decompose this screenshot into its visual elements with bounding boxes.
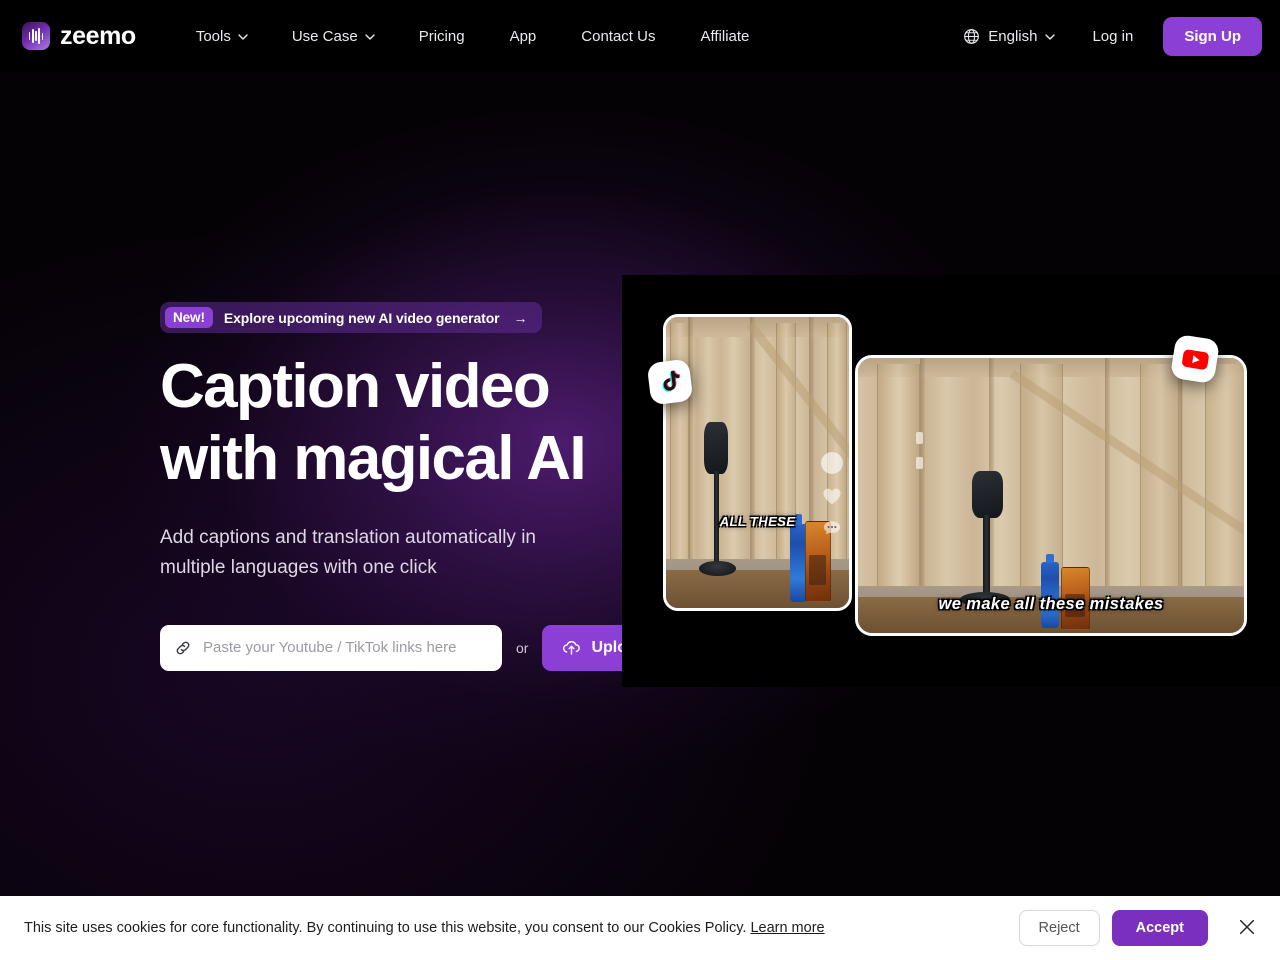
youtube-icon: [1180, 348, 1210, 371]
youtube-caption-text: we make all these mistakes: [858, 595, 1244, 614]
arrow-right-icon: →: [514, 311, 528, 325]
url-input-wrapper[interactable]: [160, 625, 502, 671]
tiktok-video-frame: ALL THESE: [666, 317, 849, 608]
microphone: [972, 471, 1003, 518]
signup-button[interactable]: Sign Up: [1163, 17, 1262, 56]
login-link[interactable]: Log in: [1092, 28, 1133, 45]
page-title: Caption video with magical AI: [160, 351, 640, 495]
language-selector[interactable]: English: [963, 28, 1054, 45]
nav-item-use-case[interactable]: Use Case: [292, 28, 374, 45]
tiktok-video-card[interactable]: ALL THESE: [663, 314, 852, 611]
upload-cloud-icon: [562, 638, 581, 657]
learn-more-link[interactable]: Learn more: [750, 920, 824, 936]
language-label: English: [988, 28, 1037, 45]
logo-wordmark: zeemo: [60, 22, 136, 51]
microphone: [704, 422, 728, 474]
chevron-down-icon: [1045, 32, 1054, 41]
nav-label: Pricing: [419, 28, 465, 45]
announcement-text: Explore upcoming new AI video generator: [224, 310, 500, 326]
heart-icon[interactable]: [822, 487, 842, 506]
globe-icon: [963, 28, 980, 45]
nav-label: App: [510, 28, 537, 45]
accept-button[interactable]: Accept: [1112, 910, 1208, 946]
tiktok-icon: [657, 368, 683, 396]
page-subtitle: Add captions and translation automatical…: [160, 523, 590, 583]
nav-item-contact-us[interactable]: Contact Us: [581, 28, 655, 45]
nav-item-pricing[interactable]: Pricing: [419, 28, 465, 45]
nav-label: Tools: [196, 28, 231, 45]
zeemo-waveform-icon: [22, 22, 50, 50]
video-showcase: we make all these mistakes: [622, 275, 1280, 687]
or-separator: or: [516, 640, 528, 656]
close-banner-button[interactable]: [1234, 915, 1260, 941]
logo[interactable]: zeemo: [22, 22, 136, 51]
youtube-video-card[interactable]: we make all these mistakes: [855, 355, 1247, 636]
nav-item-tools[interactable]: Tools: [196, 28, 247, 45]
cookie-banner: This site uses cookies for core function…: [0, 896, 1280, 960]
nav-label: Contact Us: [581, 28, 655, 45]
nav-item-app[interactable]: App: [510, 28, 537, 45]
site-header: zeemo Tools Use Case Pricing App Contact…: [0, 0, 1280, 72]
tiktok-badge: [647, 359, 694, 406]
main-navigation: Tools Use Case Pricing App Contact Us Af…: [196, 28, 750, 45]
cookie-message: This site uses cookies for core function…: [24, 920, 825, 936]
announcement-pill[interactable]: New! Explore upcoming new AI video gener…: [160, 302, 542, 333]
new-badge: New!: [165, 307, 213, 328]
nav-label: Use Case: [292, 28, 358, 45]
url-input[interactable]: [203, 639, 488, 656]
close-icon: [1237, 917, 1257, 940]
nav-label: Affiliate: [700, 28, 749, 45]
hero-content: New! Explore upcoming new AI video gener…: [160, 302, 640, 671]
cookie-actions: Reject Accept: [1019, 910, 1260, 946]
youtube-video-frame: we make all these mistakes: [858, 358, 1244, 633]
headline-line-1: Caption video: [160, 352, 549, 421]
cta-row: or Upload: [160, 625, 640, 671]
reject-button[interactable]: Reject: [1019, 910, 1100, 946]
chevron-down-icon: [365, 32, 374, 41]
link-icon: [174, 639, 192, 657]
cookie-message-text: This site uses cookies for core function…: [24, 920, 746, 936]
youtube-badge: [1170, 334, 1220, 384]
headline-line-2: with magical AI: [160, 424, 585, 493]
avatar[interactable]: [821, 452, 843, 474]
tiktok-caption-text: ALL THESE: [666, 514, 849, 529]
chevron-down-icon: [238, 32, 247, 41]
header-actions: English Log in Sign Up: [963, 17, 1262, 56]
nav-item-affiliate[interactable]: Affiliate: [700, 28, 749, 45]
